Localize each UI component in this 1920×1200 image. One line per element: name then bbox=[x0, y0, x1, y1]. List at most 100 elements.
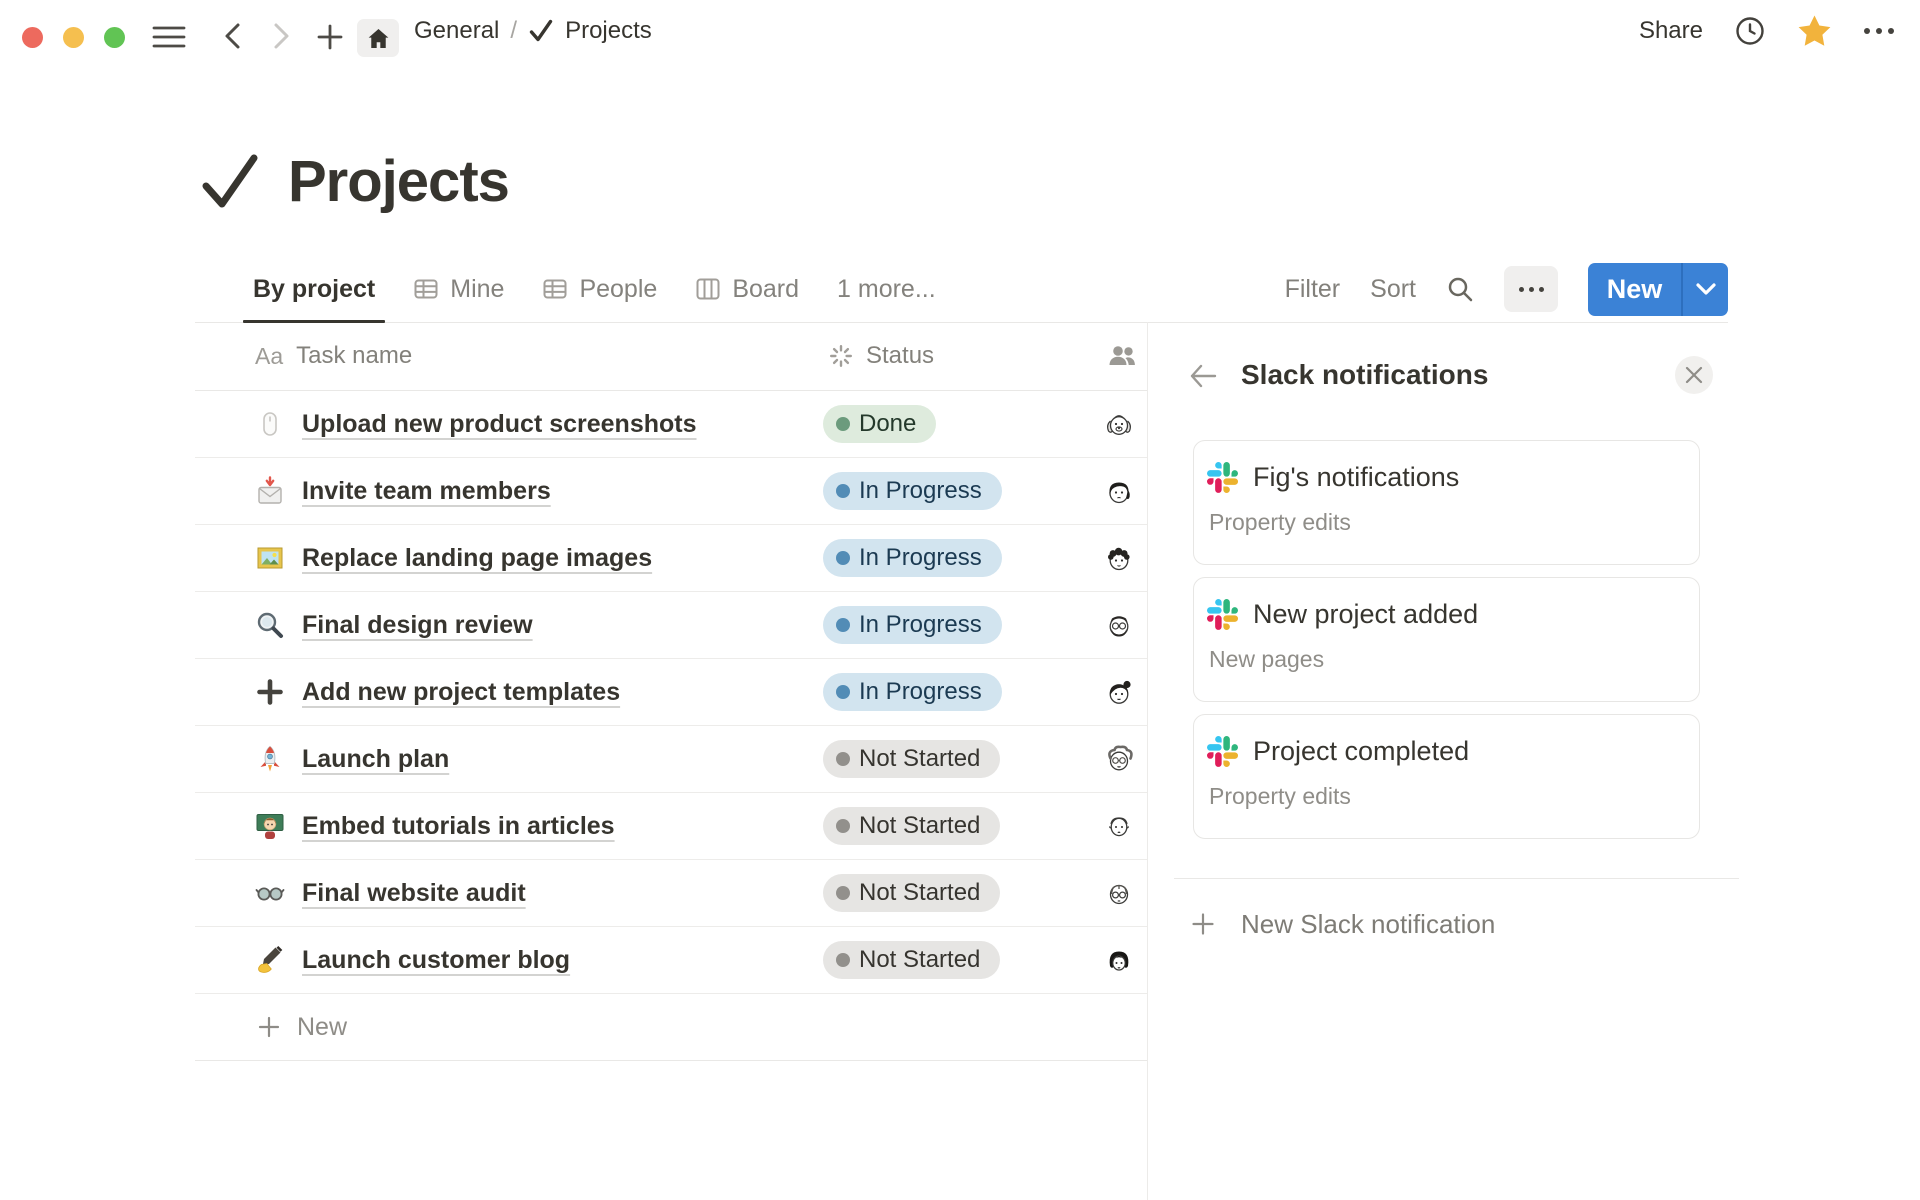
home-button[interactable] bbox=[357, 19, 399, 57]
status-dot bbox=[836, 819, 850, 833]
table-row[interactable]: Final website audit Not Started bbox=[195, 860, 1147, 927]
page-icon-check[interactable] bbox=[198, 150, 262, 214]
task-cell[interactable]: Final website audit bbox=[255, 860, 526, 926]
sort-button[interactable]: Sort bbox=[1370, 275, 1416, 304]
status-property-icon bbox=[828, 343, 854, 369]
filter-button[interactable]: Filter bbox=[1285, 275, 1341, 304]
task-title-link[interactable]: Embed tutorials in articles bbox=[302, 812, 615, 841]
more-options-icon[interactable] bbox=[1864, 28, 1894, 34]
status-pill[interactable]: In Progress bbox=[823, 472, 1002, 510]
table-row[interactable]: Final design review In Progress bbox=[195, 592, 1147, 659]
traffic-lights bbox=[22, 27, 125, 48]
status-pill[interactable]: In Progress bbox=[823, 673, 1002, 711]
new-page-icon[interactable] bbox=[316, 23, 344, 51]
task-cell[interactable]: Upload new product screenshots bbox=[255, 391, 697, 457]
task-title-link[interactable]: Final website audit bbox=[302, 879, 526, 908]
notification-title: Project completed bbox=[1253, 736, 1469, 767]
column-status[interactable]: Status bbox=[828, 322, 934, 390]
task-cell[interactable]: Embed tutorials in articles bbox=[255, 793, 615, 859]
search-icon[interactable] bbox=[1446, 275, 1474, 303]
minimize-window-button[interactable] bbox=[63, 27, 84, 48]
avatar[interactable] bbox=[1101, 607, 1137, 643]
status-pill[interactable]: Not Started bbox=[823, 874, 1000, 912]
task-cell[interactable]: Invite team members bbox=[255, 458, 551, 524]
table-row[interactable]: Embed tutorials in articles Not Started bbox=[195, 793, 1147, 860]
avatar[interactable] bbox=[1101, 875, 1137, 911]
panel-close-button[interactable] bbox=[1675, 356, 1713, 394]
favorite-star-icon[interactable] bbox=[1797, 14, 1832, 48]
task-title-link[interactable]: Add new project templates bbox=[302, 678, 620, 707]
new-slack-notification-button[interactable]: New Slack notification bbox=[1190, 902, 1495, 946]
tab-label: Board bbox=[732, 275, 799, 304]
task-cell[interactable]: Add new project templates bbox=[255, 659, 620, 725]
tab-mine[interactable]: Mine bbox=[413, 256, 504, 322]
back-icon[interactable] bbox=[220, 22, 246, 50]
notification-card[interactable]: New project added New pages bbox=[1193, 577, 1700, 702]
notification-card[interactable]: Project completed Property edits bbox=[1193, 714, 1700, 839]
history-clock-icon[interactable] bbox=[1735, 16, 1765, 46]
notification-subtitle: Property edits bbox=[1209, 783, 1351, 810]
plus-icon bbox=[1190, 911, 1216, 937]
status-pill[interactable]: Not Started bbox=[823, 807, 1000, 845]
projects-table: Aa Task name Status Upload new bbox=[195, 322, 1148, 1200]
task-cell[interactable]: Launch plan bbox=[255, 726, 449, 792]
table-row[interactable]: Invite team members In Progress bbox=[195, 458, 1147, 525]
avatar[interactable] bbox=[1101, 540, 1137, 576]
teacher-icon bbox=[255, 811, 285, 841]
panel-divider bbox=[1174, 878, 1739, 879]
writing-hand-icon bbox=[255, 945, 285, 975]
task-title-link[interactable]: Upload new product screenshots bbox=[302, 410, 697, 439]
task-cell[interactable]: Launch customer blog bbox=[255, 927, 570, 993]
table-row[interactable]: Launch customer blog Not Started bbox=[195, 927, 1147, 994]
tab-board[interactable]: Board bbox=[695, 256, 799, 322]
new-dropdown-chevron-icon[interactable] bbox=[1683, 263, 1728, 316]
task-cell[interactable]: Replace landing page images bbox=[255, 525, 652, 591]
status-pill[interactable]: Not Started bbox=[823, 740, 1000, 778]
task-title-link[interactable]: Replace landing page images bbox=[302, 544, 652, 573]
table-row[interactable]: Upload new product screenshots Done bbox=[195, 391, 1147, 458]
table-view-icon bbox=[542, 276, 568, 302]
avatar[interactable] bbox=[1101, 741, 1137, 777]
avatar[interactable] bbox=[1101, 808, 1137, 844]
home-icon bbox=[367, 27, 390, 50]
new-button[interactable]: New bbox=[1588, 263, 1728, 316]
status-pill[interactable]: In Progress bbox=[823, 606, 1002, 644]
share-button[interactable]: Share bbox=[1639, 17, 1703, 45]
tab-by-project[interactable]: By project bbox=[253, 256, 375, 322]
breadcrumb-section[interactable]: General bbox=[414, 17, 499, 45]
notification-card[interactable]: Fig's notifications Property edits bbox=[1193, 440, 1700, 565]
new-button-label[interactable]: New bbox=[1588, 263, 1681, 316]
status-pill[interactable]: Not Started bbox=[823, 941, 1000, 979]
zoom-window-button[interactable] bbox=[104, 27, 125, 48]
forward-icon[interactable] bbox=[268, 22, 294, 50]
table-row[interactable]: Add new project templates In Progress bbox=[195, 659, 1147, 726]
task-title-link[interactable]: Invite team members bbox=[302, 477, 551, 506]
new-row-button[interactable]: New bbox=[195, 994, 1147, 1061]
status-pill[interactable]: Done bbox=[823, 405, 936, 443]
rocket-icon bbox=[255, 744, 285, 774]
column-people[interactable] bbox=[1107, 322, 1137, 390]
task-title-link[interactable]: Launch plan bbox=[302, 745, 449, 774]
plus-icon bbox=[255, 677, 285, 707]
breadcrumb-page[interactable]: Projects bbox=[565, 17, 652, 45]
panel-back-icon[interactable] bbox=[1188, 363, 1218, 389]
column-task-name[interactable]: Aa Task name bbox=[255, 322, 412, 390]
tab-more-views[interactable]: 1 more... bbox=[837, 256, 936, 322]
avatar[interactable] bbox=[1101, 674, 1137, 710]
avatar[interactable] bbox=[1101, 406, 1137, 442]
task-title-link[interactable]: Launch customer blog bbox=[302, 946, 570, 975]
task-title-link[interactable]: Final design review bbox=[302, 611, 533, 640]
sidebar-toggle-icon[interactable] bbox=[152, 24, 186, 50]
tab-people[interactable]: People bbox=[542, 256, 657, 322]
notification-cards: Fig's notifications Property edits New p… bbox=[1193, 440, 1700, 839]
close-window-button[interactable] bbox=[22, 27, 43, 48]
avatar[interactable] bbox=[1101, 473, 1137, 509]
avatar[interactable] bbox=[1101, 942, 1137, 978]
view-more-button[interactable] bbox=[1504, 266, 1558, 312]
status-pill[interactable]: In Progress bbox=[823, 539, 1002, 577]
task-cell[interactable]: Final design review bbox=[255, 592, 533, 658]
incoming-envelope-icon bbox=[255, 476, 285, 506]
status-dot bbox=[836, 886, 850, 900]
table-row[interactable]: Launch plan Not Started bbox=[195, 726, 1147, 793]
table-row[interactable]: Replace landing page images In Progress bbox=[195, 525, 1147, 592]
